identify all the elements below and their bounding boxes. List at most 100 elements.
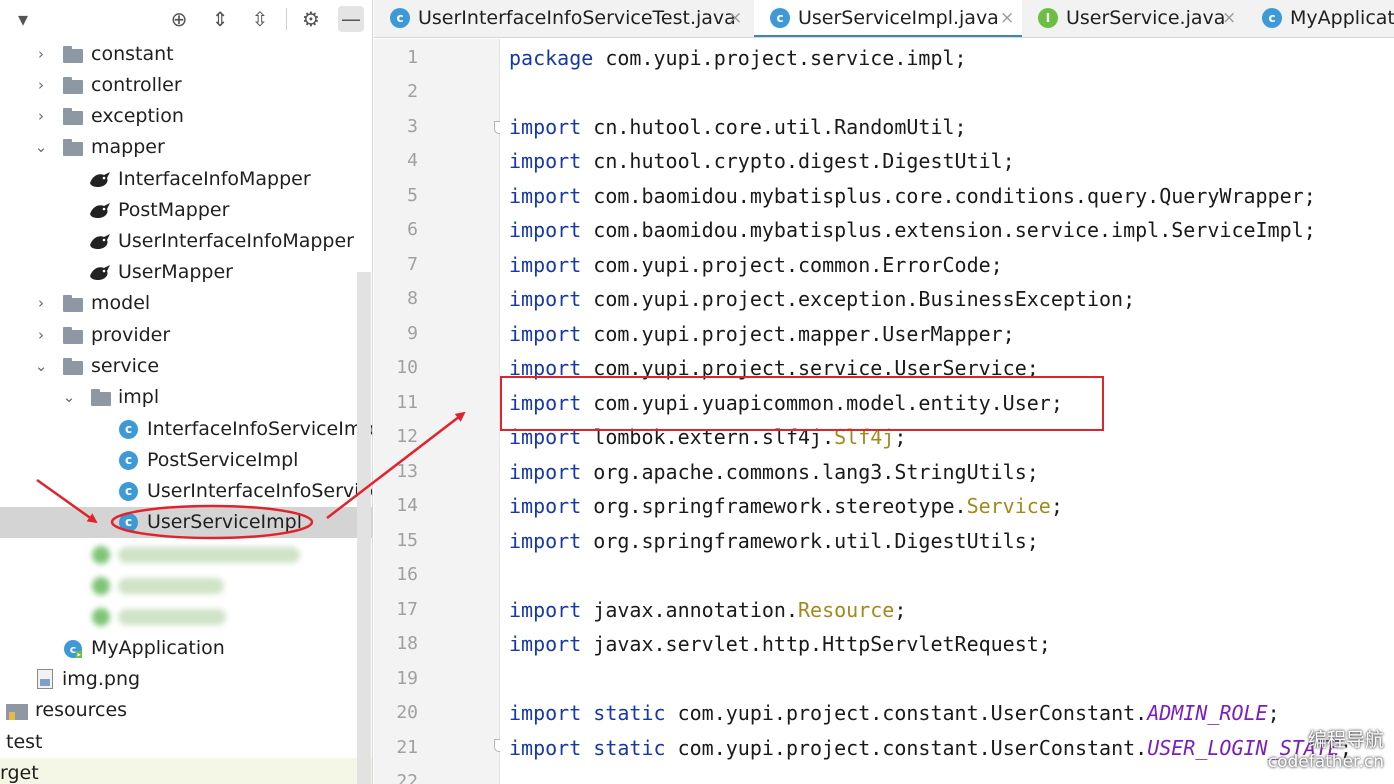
tab-user-service[interactable]: I UserService.java ×	[1022, 0, 1244, 37]
code-text: com.yupi.project.common.ErrorCode;	[581, 253, 1003, 277]
tree-item-label: impl	[118, 386, 160, 408]
keyword: import	[509, 632, 582, 656]
tree-item-test[interactable]: test	[0, 727, 372, 758]
code-line[interactable]: package com.yupi.project.service.impl;	[509, 41, 967, 75]
static-field: ADMIN_ROLE	[1147, 701, 1268, 725]
chevron-right-icon[interactable]: ›	[34, 43, 48, 65]
code-line[interactable]: import com.yupi.project.common.ErrorCode…	[509, 248, 1003, 282]
folder-icon	[63, 77, 83, 94]
blurred-label	[118, 547, 300, 563]
tab-label: MyApplicat	[1290, 7, 1394, 29]
resources-folder-icon	[6, 704, 28, 720]
tree-item-exception[interactable]: › exception	[0, 101, 372, 132]
code-line[interactable]: import static com.yupi.project.constant.…	[509, 696, 1280, 730]
chevron-down-icon[interactable]: ▾	[10, 6, 36, 32]
line-number: 14	[396, 495, 418, 516]
folder-icon	[63, 139, 83, 156]
tree-item-blurred[interactable]	[0, 601, 372, 632]
spring-app-icon: c	[64, 640, 82, 658]
tree-item-label: InterfaceInfoServiceImpl	[147, 418, 373, 440]
gear-icon[interactable]: ⚙	[298, 6, 324, 32]
code-line[interactable]: import javax.servlet.http.HttpServletReq…	[509, 627, 1051, 661]
tree-item-impl[interactable]: ⌄ impl	[0, 382, 372, 413]
code-line[interactable]: import org.apache.commons.lang3.StringUt…	[509, 455, 1039, 489]
close-icon[interactable]: ×	[1222, 0, 1236, 36]
expand-all-icon[interactable]: ⇕	[207, 6, 233, 32]
code-text: com.baomidou.mybatisplus.extension.servi…	[581, 218, 1316, 242]
tree-item-interface-info-service-impl[interactable]: c InterfaceInfoServiceImpl	[0, 414, 373, 445]
tree-item-blurred[interactable]	[0, 539, 372, 570]
tree-item-user-mapper[interactable]: UserMapper	[0, 257, 372, 288]
tree-item-service[interactable]: ⌄ service	[0, 351, 372, 382]
code-line[interactable]: import org.springframework.util.DigestUt…	[509, 524, 1039, 558]
blurred-label	[118, 609, 226, 625]
tab-user-interface-info-service-test[interactable]: c UserInterfaceInfoServiceTest.java ×	[374, 0, 752, 37]
code-line[interactable]: import org.springframework.stereotype.Se…	[509, 489, 1063, 523]
interface-icon	[92, 577, 110, 595]
code-text: javax.servlet.http.HttpServletRequest;	[581, 632, 1051, 656]
tree-item-label: img.png	[62, 668, 141, 690]
tree-scrollbar[interactable]	[357, 272, 371, 784]
line-number: 9	[407, 323, 418, 344]
code-line[interactable]: import com.yupi.project.exception.Busine…	[509, 282, 1135, 316]
chevron-down-icon[interactable]: ⌄	[34, 136, 48, 158]
tree-item-user-interface-info-service-impl[interactable]: c UserInterfaceInfoServiceImpl	[0, 476, 372, 507]
line-number: 3	[407, 116, 418, 137]
tree-item-target[interactable]: rget	[0, 758, 372, 784]
chevron-right-icon[interactable]: ›	[34, 105, 48, 127]
tab-my-application[interactable]: c MyApplicat	[1246, 0, 1394, 37]
code-line[interactable]: import cn.hutool.crypto.digest.DigestUti…	[509, 144, 1015, 178]
tree-item-my-application[interactable]: c MyApplication	[0, 633, 372, 664]
code-line[interactable]: import com.baomidou.mybatisplus.core.con…	[509, 179, 1316, 213]
tree-item-mapper[interactable]: ⌄ mapper	[0, 132, 372, 163]
chevron-right-icon[interactable]: ›	[34, 324, 48, 346]
tree-item-resources[interactable]: resources	[0, 695, 372, 726]
keyword: import	[509, 253, 582, 277]
code-line[interactable]: import com.baomidou.mybatisplus.extensio…	[509, 213, 1316, 247]
close-icon[interactable]: ×	[1000, 0, 1014, 36]
tree-item-interface-info-mapper[interactable]: InterfaceInfoMapper	[0, 164, 372, 195]
code-line[interactable]: import static com.yupi.project.constant.…	[509, 731, 1352, 765]
chevron-right-icon[interactable]: ›	[34, 292, 48, 314]
tree-item-label: InterfaceInfoMapper	[118, 168, 311, 190]
tab-user-service-impl[interactable]: c UserServiceImpl.java ×	[754, 0, 1022, 37]
tab-label: UserService.java	[1066, 7, 1226, 29]
code-line[interactable]: import javax.annotation.Resource;	[509, 593, 906, 627]
folder-icon	[63, 108, 83, 125]
tree-item-user-interface-info-mapper[interactable]: UserInterfaceInfoMapper	[0, 226, 372, 257]
code-line[interactable]: import com.yupi.project.mapper.UserMappe…	[509, 317, 1015, 351]
tree-item-img-png[interactable]: img.png	[0, 664, 372, 695]
watermark: 编程导航 codefather.cn	[1268, 725, 1384, 772]
tree-item-controller[interactable]: › controller	[0, 70, 372, 101]
code-line[interactable]: import cn.hutool.core.util.RandomUtil;	[509, 110, 967, 144]
tree-item-label: UserMapper	[118, 261, 233, 283]
chevron-down-icon[interactable]: ⌄	[62, 386, 76, 408]
close-icon[interactable]: ×	[728, 0, 742, 36]
tree-item-label: provider	[91, 324, 171, 346]
line-number: 8	[407, 288, 418, 309]
folder-icon	[63, 358, 83, 375]
watermark-title: 编程导航	[1307, 729, 1384, 751]
tree-item-user-service-impl[interactable]: c UserServiceImpl	[0, 507, 372, 538]
tree-item-blurred[interactable]	[0, 570, 372, 601]
project-tree-panel: ▾ ⊕ ⇕ ⇳ ⚙ — › constant › controller › ex…	[0, 0, 373, 784]
tree-item-post-mapper[interactable]: PostMapper	[0, 195, 372, 226]
line-number: 19	[396, 668, 418, 689]
line-number: 10	[396, 357, 418, 378]
code-text: com.yupi.project.mapper.UserMapper;	[581, 322, 1015, 346]
tree-item-label: UserInterfaceInfoMapper	[118, 230, 354, 252]
tree-item-constant[interactable]: › constant	[0, 39, 372, 70]
collapse-all-icon[interactable]: ⇳	[247, 6, 273, 32]
tree-item-provider[interactable]: › provider	[0, 320, 372, 351]
chevron-down-icon[interactable]: ⌄	[34, 355, 48, 377]
minimize-icon[interactable]: —	[338, 6, 364, 32]
line-number: 21	[396, 737, 418, 758]
tree-item-post-service-impl[interactable]: c PostServiceImpl	[0, 445, 372, 476]
tree-item-label: test	[6, 731, 43, 753]
tree-item-model[interactable]: › model	[0, 288, 372, 319]
crosshair-icon[interactable]: ⊕	[166, 6, 192, 32]
line-number: 2	[407, 81, 418, 102]
chevron-right-icon[interactable]: ›	[34, 74, 48, 96]
code-text: cn.hutool.crypto.digest.DigestUtil;	[581, 149, 1015, 173]
tab-label: UserInterfaceInfoServiceTest.java	[418, 7, 736, 29]
